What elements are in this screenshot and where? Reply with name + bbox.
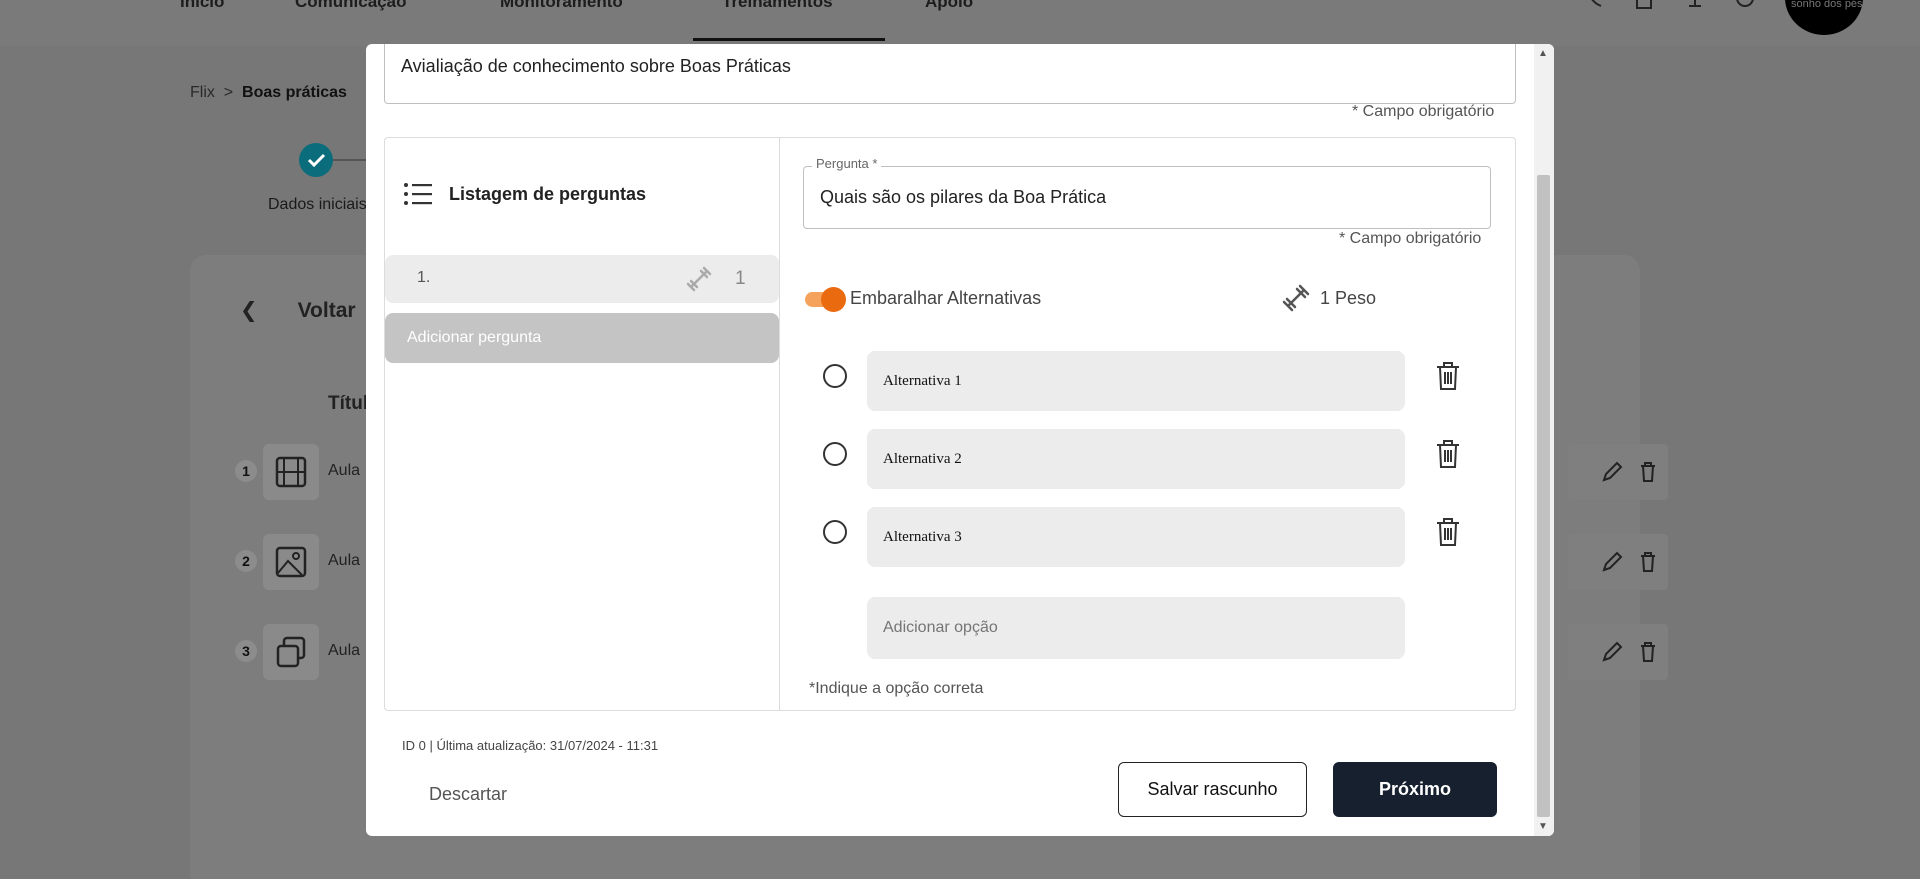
row-label: Aula [328, 642, 361, 659]
list-icon [404, 183, 432, 205]
step-label: Dados iniciais [268, 196, 367, 213]
trash-icon[interactable] [1636, 460, 1660, 484]
alternative-input[interactable]: Alternativa 2 [867, 429, 1405, 489]
trash-icon[interactable] [1435, 361, 1461, 391]
gear-icon[interactable] [1733, 0, 1757, 14]
column-header-title: Títul [328, 393, 369, 414]
nav-item-apoio[interactable]: Apoio [925, 0, 973, 12]
breadcrumb: Flix > Boas práticas [190, 84, 347, 102]
edit-icon[interactable] [1600, 460, 1624, 484]
trophy-icon[interactable] [1683, 0, 1707, 14]
shuffle-toggle[interactable] [803, 285, 847, 313]
breadcrumb-root[interactable]: Flix [190, 84, 215, 101]
alternative-radio[interactable] [823, 442, 847, 466]
question-field-label: Pergunta * [812, 156, 882, 171]
alternative-radio[interactable] [823, 364, 847, 388]
modal-scrollbar[interactable]: ▲ ▼ [1534, 44, 1554, 836]
question-list-panel: Listagem de perguntas 1. 1 Adicionar per… [385, 138, 780, 710]
row-label: Aula [328, 552, 361, 569]
dumbbell-icon [1282, 284, 1310, 312]
scroll-up-arrow-icon[interactable]: ▲ [1538, 48, 1548, 59]
scroll-thumb[interactable] [1537, 175, 1550, 817]
questions-panel: Listagem de perguntas 1. 1 Adicionar per… [384, 137, 1516, 711]
trash-icon[interactable] [1636, 640, 1660, 664]
question-number: 1. [417, 269, 431, 286]
required-note: * Campo obrigatório [1352, 103, 1495, 120]
toggle-knob [821, 287, 846, 312]
discard-button[interactable]: Descartar [429, 784, 507, 805]
question-modal: ▲ ▼ Avialiação de conhecimento sobre Boa… [366, 44, 1554, 836]
last-updated-meta: ID 0 | Última atualização: 31/07/2024 - … [402, 738, 659, 753]
alternative-radio[interactable] [823, 520, 847, 544]
edit-icon[interactable] [1600, 550, 1624, 574]
row-actions [1568, 444, 1668, 500]
next-button[interactable]: Próximo [1333, 762, 1497, 817]
dumbbell-icon [686, 266, 712, 292]
question-required-note: * Campo obrigatório [1339, 230, 1482, 247]
logo-icon[interactable] [26, 0, 76, 20]
row-number: 2 [235, 550, 257, 572]
image-icon [263, 534, 319, 590]
alternative-input[interactable]: Alternativa 3 [867, 507, 1405, 567]
question-list-item[interactable]: 1. 1 [385, 255, 779, 303]
nav-item-treinamentos[interactable]: Treinamentos [722, 0, 833, 12]
question-weight: 1 [735, 268, 746, 289]
building-icon[interactable] [1633, 0, 1657, 14]
question-input[interactable]: Quais são os pilares da Boa Prática [803, 166, 1491, 229]
avatar-text: sonho dos pés [1791, 0, 1863, 10]
row-actions [1568, 624, 1668, 680]
trash-icon[interactable] [1435, 517, 1461, 547]
row-label: Aula [328, 462, 361, 479]
assessment-title-input[interactable]: Avialiação de conhecimento sobre Boas Pr… [384, 44, 1516, 104]
shuffle-label: Embaralhar Alternativas [850, 288, 1042, 308]
alternative-input[interactable]: Alternativa 1 [867, 351, 1405, 411]
step-check-icon [299, 143, 333, 177]
save-draft-button[interactable]: Salvar rascunho [1118, 762, 1307, 817]
breadcrumb-current: Boas práticas [242, 84, 347, 101]
phone-icon[interactable] [1585, 0, 1609, 14]
question-list-header: Listagem de perguntas [403, 182, 646, 206]
back-label: Voltar [297, 299, 356, 322]
row-actions [1568, 534, 1668, 590]
step-connector [333, 159, 367, 161]
trash-icon[interactable] [1435, 439, 1461, 469]
gallery-icon [263, 624, 319, 680]
add-option-input[interactable] [867, 597, 1405, 659]
avatar[interactable]: sonho dos pés [1785, 0, 1863, 35]
back-link[interactable]: ❮ Voltar [240, 298, 356, 323]
row-number: 1 [235, 460, 257, 482]
nav-item-comunicacao[interactable]: Comunicação [295, 0, 406, 12]
breadcrumb-separator: > [223, 84, 234, 101]
edit-icon[interactable] [1600, 640, 1624, 664]
row-number: 3 [235, 640, 257, 662]
scroll-down-arrow-icon[interactable]: ▼ [1538, 821, 1548, 832]
weight-label: 1 Peso [1320, 288, 1377, 308]
chevron-left-icon: ❮ [240, 299, 258, 322]
add-question-button[interactable]: Adicionar pergunta [385, 313, 779, 363]
trash-icon[interactable] [1636, 550, 1660, 574]
nav-item-inicio[interactable]: Início [180, 0, 224, 12]
film-icon [263, 444, 319, 500]
correct-option-hint: *Indique a opção correta [809, 680, 984, 697]
nav-item-monitoramento[interactable]: Monitoramento [500, 0, 623, 12]
top-nav: Início Comunicação Monitoramento Treinam… [0, 0, 1920, 46]
nav-active-underline [693, 38, 885, 41]
question-list-title: Listagem de perguntas [449, 183, 647, 204]
